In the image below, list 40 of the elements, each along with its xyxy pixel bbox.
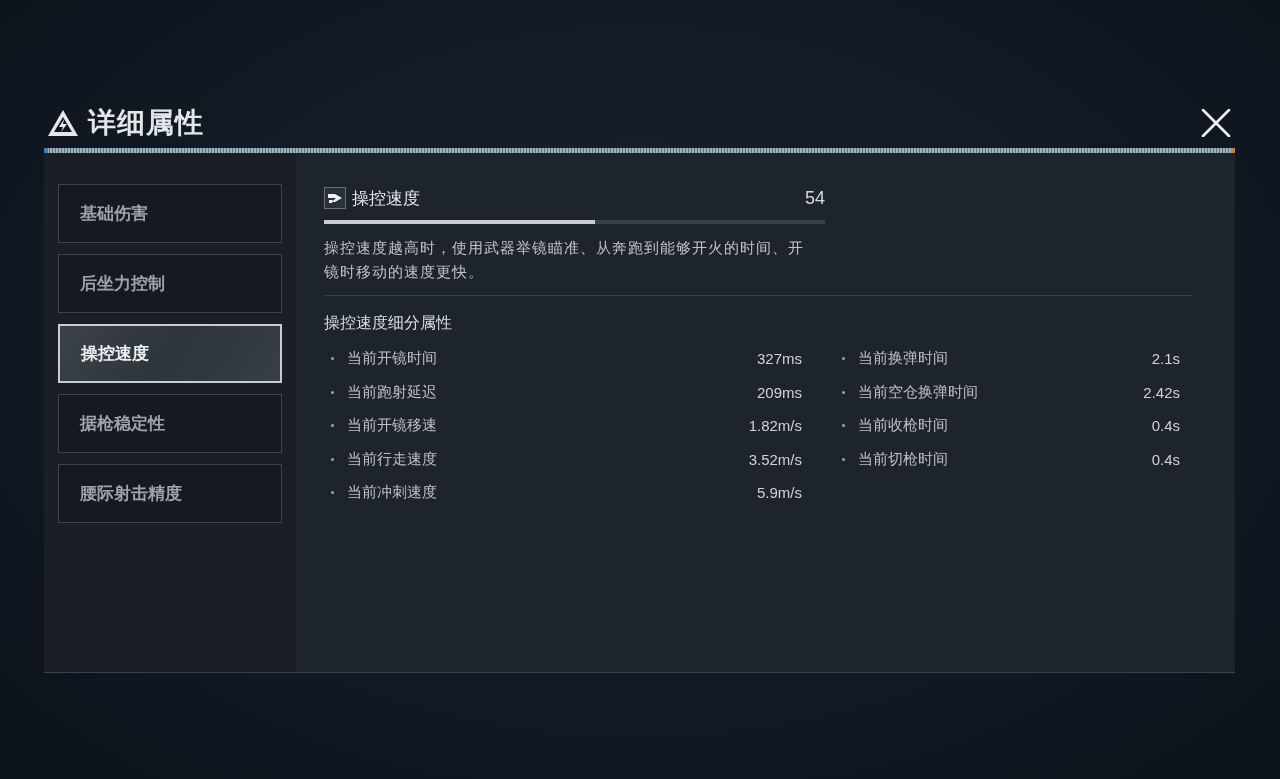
stat-label: 当前开镜移速	[347, 416, 437, 436]
stat-value: 209ms	[756, 383, 802, 401]
bullet-icon	[331, 357, 334, 361]
bullet-icon	[331, 457, 334, 461]
triangle-bolt-icon	[46, 108, 80, 138]
bullet-icon	[331, 390, 334, 394]
breakdown-title: 操控速度细分属性	[324, 313, 452, 333]
stat-label: 当前空仓换弹时间	[858, 382, 978, 402]
bullet-icon	[842, 390, 845, 394]
stat-label: 当前收枪时间	[858, 416, 948, 436]
stat-label: 当前跑射延迟	[347, 382, 437, 402]
category-tab[interactable]: 基础伤害	[58, 184, 282, 243]
bullet-icon	[842, 424, 845, 428]
stat-value: 3.52m/s	[748, 450, 802, 468]
stat-value: 5.9m/s	[757, 484, 802, 502]
stat-label: 当前开镜时间	[347, 349, 437, 369]
attribute-value: 54	[804, 187, 825, 209]
stat-value: 0.4s	[1151, 450, 1180, 468]
close-icon	[1201, 109, 1231, 137]
close-button[interactable]	[1200, 108, 1232, 138]
stat-label: 当前行走速度	[347, 449, 437, 469]
stat-value: 0.4s	[1151, 417, 1180, 435]
stat-value: 2.42s	[1143, 383, 1180, 401]
bullet-icon	[842, 457, 845, 461]
stat-label: 当前切枪时间	[858, 449, 948, 469]
stat-label: 当前换弹时间	[858, 349, 948, 369]
category-tab[interactable]: 操控速度	[58, 324, 282, 383]
window-title: 详细属性	[88, 106, 204, 140]
stat-value: 2.1s	[1151, 350, 1180, 368]
category-tab[interactable]: 后坐力控制	[58, 254, 282, 313]
attribute-name: 操控速度	[352, 187, 420, 210]
bullet-icon	[842, 357, 845, 361]
bullet-icon	[331, 491, 334, 495]
bullet-icon	[331, 424, 334, 428]
stat-value: 327ms	[756, 350, 802, 368]
category-tab[interactable]: 据枪稳定性	[58, 394, 282, 453]
attribute-description: 操控速度越高时，使用武器举镜瞄准、从奔跑到能够开火的时间、开镜时移动的速度更快。	[324, 239, 805, 282]
category-tab[interactable]: 腰际射击精度	[58, 464, 282, 523]
stat-label: 当前冲刺速度	[347, 483, 437, 503]
stat-value: 1.82m/s	[748, 417, 802, 435]
